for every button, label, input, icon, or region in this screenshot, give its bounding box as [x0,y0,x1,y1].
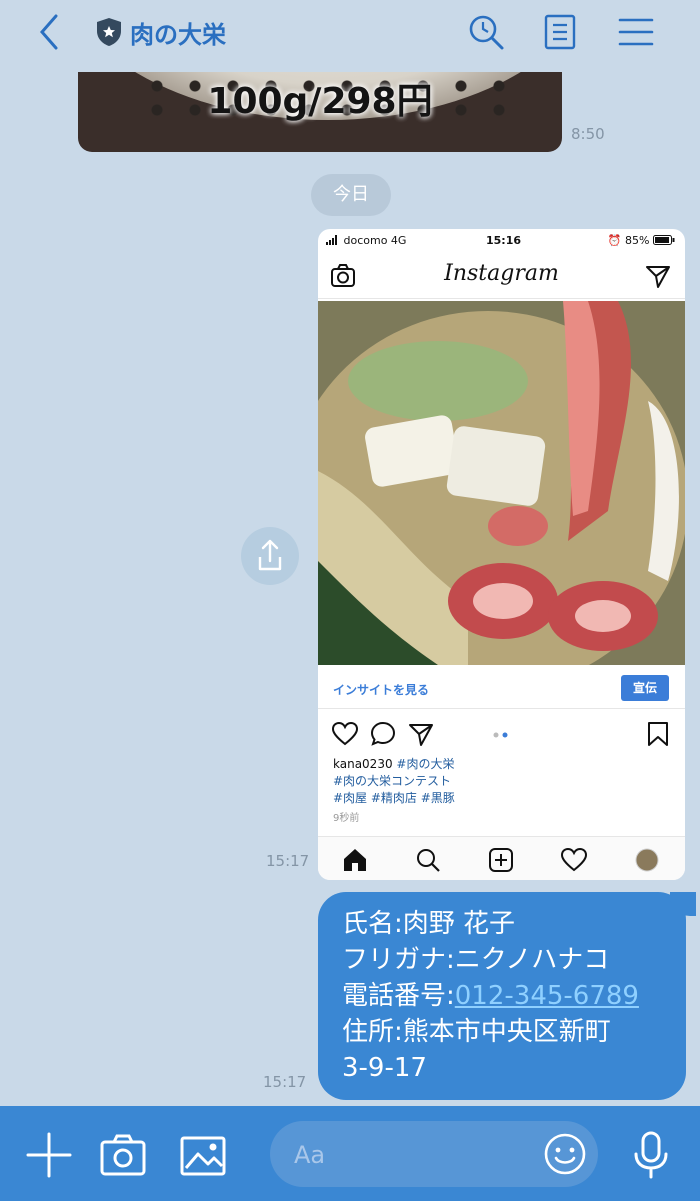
sukiyaki-photo [318,301,685,665]
shield-star-icon [97,18,121,46]
message-input-bar: Aa [0,1106,700,1201]
new-post-icon [489,848,513,872]
share-button[interactable] [241,527,299,585]
battery-status: ⏰ 85% [608,234,675,247]
status-clock: 15:16 [486,234,522,247]
microphone-icon[interactable] [626,1130,676,1180]
plus-icon[interactable] [24,1130,74,1180]
signal-icon [326,235,337,245]
battery-icon [653,235,675,245]
name-line: 氏名:肉野 花子 [342,909,516,939]
kana-line: フリガナ:ニクノハナコ [342,945,610,975]
post-actions [318,715,685,755]
instagram-logo: Instagram [444,261,559,286]
phone-line: 電話番号:012-345-6789 [342,978,686,1014]
search-icon[interactable] [466,12,506,52]
message-time: 15:17 [263,1073,307,1091]
home-icon [344,849,366,871]
share-post-icon [409,724,433,746]
caption-line-3: #肉屋 #精肉店 #黒豚 [333,791,455,805]
phone-status-bar: docomo 4G 15:16 ⏰ 85% [318,229,685,251]
message-time: 15:17 [266,852,310,870]
alarm-icon: ⏰ [607,234,622,247]
post-caption: kana0230 #肉の大栄 #肉の大栄コンテスト #肉屋 #精肉店 #黒豚 9… [333,756,455,827]
instagram-nav: Instagram [318,255,685,299]
address-line-1: 住所:熊本市中央区新町 [342,1017,611,1047]
chat-title-group[interactable]: 肉の大栄 [96,14,226,50]
bookmark-icon [648,722,668,746]
carrier-text: docomo 4G [343,234,407,247]
phone-label: 電話番号: [342,981,455,1011]
chat-header: 肉の大栄 [0,0,700,72]
view-insights-link: インサイトを見る [333,683,430,697]
camera-icon[interactable] [98,1130,148,1180]
price-label: 100g/298円 [207,81,433,122]
insight-row: インサイトを見る 宣伝 [318,669,685,709]
date-separator: 今日 [311,174,391,216]
emoji-icon[interactable] [542,1131,588,1177]
heart-icon [332,721,358,746]
caption-username: kana0230 [333,757,393,771]
sukiyaki-illustration [318,301,685,665]
notes-icon[interactable] [540,12,580,52]
profile-avatar-icon [635,848,659,872]
message-time: 8:50 [571,125,605,143]
back-chevron-icon[interactable] [30,12,70,52]
menu-icon[interactable] [616,12,656,52]
instagram-tabbar [318,836,685,880]
chat-title: 肉の大栄 [130,20,226,49]
direct-message-icon [646,266,670,288]
phone-link[interactable]: 012-345-6789 [455,981,639,1011]
post-age: 9秒前 [333,813,360,824]
share-icon [258,539,282,571]
caption-line-2: #肉の大栄コンテスト [333,774,452,788]
comment-icon [370,721,396,746]
carrier-label: docomo 4G [326,234,406,247]
activity-heart-icon [561,847,587,872]
text-message-bubble[interactable]: 氏名:肉野 花子 フリガナ:ニクノハナコ 電話番号:012-345-6789 住… [318,892,696,1100]
battery-percent: 85% [625,234,650,247]
promote-button: 宣伝 [621,675,669,701]
address-line-2: 3-9-17 [342,1053,427,1083]
caption-tag: #肉の大栄 [392,757,455,771]
explore-search-icon [417,849,440,872]
instagram-screenshot-message[interactable]: docomo 4G 15:16 ⏰ 85% Instagram インサイトを見る… [318,229,685,880]
carousel-dots [493,732,508,738]
input-placeholder: Aa [294,1141,326,1169]
message-input[interactable]: Aa [270,1121,598,1187]
image-icon[interactable] [178,1130,228,1180]
